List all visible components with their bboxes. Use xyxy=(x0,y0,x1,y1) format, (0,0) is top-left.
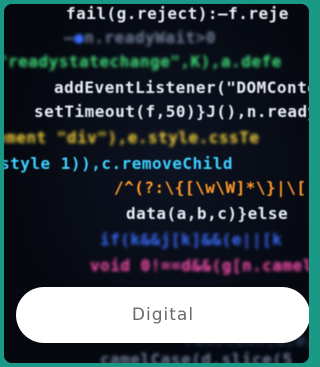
digital-card[interactable]: fail(g.reject):—f.reje —●n.readyWait>0 "… xyxy=(0,0,313,367)
code-line: fail(g.reject):—f.reje xyxy=(66,4,289,23)
code-line: data(a,b,c)}else xyxy=(126,204,289,223)
code-line: void 0!==d&&(g[n.camel xyxy=(90,256,313,275)
code-line: addEventListener("DOMConte xyxy=(54,78,313,97)
code-line: if(k&&j[k]&&(e||[k xyxy=(100,230,283,249)
category-label-pill[interactable]: Digital xyxy=(16,287,309,343)
code-line: style 1)),c.removeChild xyxy=(0,154,234,173)
category-label: Digital xyxy=(131,305,195,325)
code-line: ement "div"),e.style.cssTe xyxy=(0,128,260,147)
code-line: /^(?:\{[\w\W]*\}|\[ xyxy=(114,178,307,197)
code-line: setTimeout(f,50)}J(),n.ready xyxy=(34,102,313,121)
code-line: "readystatechange",K),a.defe xyxy=(0,52,282,71)
code-line: —●n.readyWait>0 xyxy=(64,28,217,47)
code-line: camelCase(d.slice(5 xyxy=(100,350,293,367)
